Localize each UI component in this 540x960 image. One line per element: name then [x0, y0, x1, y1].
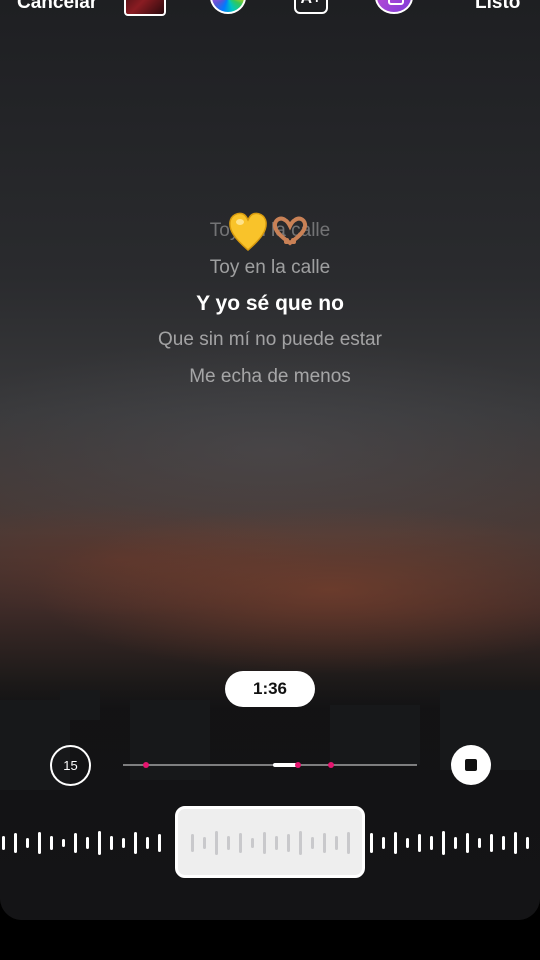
color-wheel-icon[interactable]: [210, 0, 246, 14]
lyric-marker: [143, 762, 149, 768]
cancel-button[interactable]: Cancelar: [17, 0, 97, 14]
building-silhouette: [330, 705, 420, 765]
lyric-line-current: Y yo sé que no: [196, 292, 344, 315]
progress-active-segment: [273, 763, 297, 767]
lyric-line: Me echa de menos: [189, 366, 351, 387]
album-thumb-icon[interactable]: [124, 0, 166, 16]
heart-hands-icon: [272, 216, 308, 246]
building-silhouette: [130, 700, 210, 780]
progress-track[interactable]: [123, 764, 417, 766]
duration-selector-button[interactable]: 15: [50, 745, 91, 786]
building-silhouette: [60, 690, 100, 720]
lyrics-style-icon[interactable]: [375, 0, 413, 14]
yellow-heart-icon: [229, 212, 267, 251]
lyric-line: Que sin mí no puede estar: [158, 329, 382, 350]
lyric-line: Toy en la calle: [209, 257, 331, 278]
current-time-badge: 1:36: [225, 671, 315, 707]
lyric-marker: [295, 762, 301, 768]
lyric-marker: [328, 762, 334, 768]
font-size-button[interactable]: A+: [294, 0, 328, 14]
selected-waveform: [191, 831, 350, 855]
stop-button[interactable]: [451, 745, 491, 785]
editor-topbar: Cancelar A+ Listo: [0, 0, 540, 32]
done-button[interactable]: Listo: [475, 0, 520, 14]
